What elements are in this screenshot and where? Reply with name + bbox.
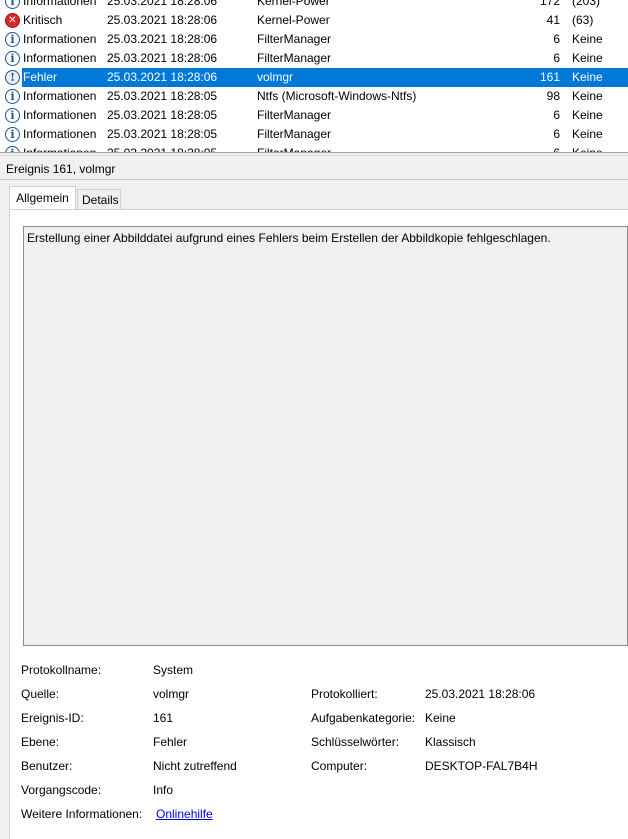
source-label: Quelle: [21, 687, 60, 701]
source-value: volmgr [153, 687, 190, 701]
event-id-value: 161 [153, 711, 174, 725]
event-task-category: (63) [572, 13, 594, 27]
log-name-value: System [153, 663, 194, 677]
event-source: volmgr [257, 70, 294, 84]
level-value: Fehler [153, 735, 188, 749]
event-task-category: Keine [572, 32, 603, 46]
splitter[interactable] [0, 152, 628, 156]
event-task-category: Keine [572, 108, 603, 122]
logged-value: 25.03.2021 18:28:06 [425, 687, 536, 701]
tab-details[interactable]: Details [77, 189, 121, 209]
task-category-value: Keine [425, 711, 456, 725]
critical-icon: ✕ [5, 13, 20, 28]
event-row[interactable]: iInformationen 25.03.2021 18:28:05 FilterM… [0, 106, 628, 125]
event-date: 25.03.2021 18:28:06 [107, 51, 218, 65]
event-level: Informationen [23, 0, 97, 8]
event-source: FilterManager [257, 144, 331, 152]
level-label: Ebene: [21, 735, 60, 749]
log-name-label: Protokollname: [21, 663, 102, 677]
event-date: 25.03.2021 18:28:05 [107, 108, 218, 122]
event-source: Ntfs (Microsoft-Windows-Ntfs) [257, 89, 417, 103]
event-level: Informationen [23, 127, 97, 141]
event-source: FilterManager [257, 32, 332, 46]
event-source: Kernel-Power [257, 0, 330, 8]
event-task-category: Keine [572, 70, 603, 84]
event-row[interactable]: i Informationen 25.03.2021 18:28:06 FilterM… [0, 30, 628, 49]
event-id: 172 [539, 0, 560, 8]
event-level: Informationen [23, 89, 97, 103]
event-level: Fehler [23, 70, 58, 84]
event-row[interactable]: iInformationen 25.03.2021 18:28:05 FilterM… [0, 125, 628, 144]
more-info-label: Weitere Informationen: [21, 807, 143, 821]
event-task-category: (203) [572, 0, 601, 8]
event-row[interactable]: ✕ Kritisch 25.03.2021 18:28:06 Kernel-Power… [0, 11, 628, 30]
event-task-category: Keine [572, 51, 603, 65]
event-task-category: Keine [572, 89, 603, 103]
event-header-title: Ereignis 161, volmgr [6, 162, 116, 176]
event-date: 25.03.2021 18:28:06 [107, 70, 218, 84]
event-source: FilterManager [257, 108, 332, 122]
event-date: 25.03.2021 18:28:05 [107, 144, 217, 152]
event-id: 41 [546, 13, 560, 27]
event-description[interactable]: Erstellung einer Abbilddatei aufgrund ei… [23, 226, 628, 646]
event-task-category: Keine [572, 144, 603, 152]
event-id: 6 [553, 127, 560, 141]
event-date: 25.03.2021 18:28:06 [107, 0, 218, 8]
event-date: 25.03.2021 18:28:05 [107, 127, 218, 141]
event-level: Informationen [23, 108, 97, 122]
computer-label: Computer: [311, 759, 368, 773]
keywords-value: Klassisch [425, 735, 476, 749]
event-id: 98 [546, 89, 560, 103]
info-icon: i [5, 127, 20, 142]
user-value: Nicht zutreffend [153, 759, 237, 773]
event-row[interactable]: i Informationen 25.03.2021 18:28:05 Ntfs (M… [0, 87, 628, 106]
tab-general-label: Allgemein [16, 191, 69, 205]
event-source: FilterManager [257, 127, 332, 141]
tab-details-label: Details [82, 193, 119, 207]
event-id-label: Ereignis-ID: [21, 711, 84, 725]
event-level: Kritisch [23, 13, 63, 27]
task-category-label: Aufgabenkategorie: [311, 711, 416, 725]
info-icon: i [5, 89, 20, 104]
event-row[interactable]: iInformationen25.03.2021 18:28:05FilterM… [0, 144, 628, 152]
event-id: 6 [553, 108, 560, 122]
user-label: Benutzer: [21, 759, 73, 773]
info-icon: i [5, 32, 20, 47]
event-id: 161 [539, 70, 560, 84]
info-icon: i [5, 108, 20, 123]
event-level: Informationen [23, 144, 96, 152]
event-date: 25.03.2021 18:28:06 [107, 13, 218, 27]
event-level: Informationen [23, 32, 97, 46]
event-id: 6 [553, 32, 560, 46]
event-row[interactable]: i Informationen 25.03.2021 18:28:06 Kernel-… [0, 0, 628, 11]
opcode-value: Info [153, 783, 174, 797]
error-icon: ! [5, 70, 20, 85]
computer-value: DESKTOP-FAL7B4H [425, 759, 538, 773]
event-header: Ereignis 161, volmgr [0, 158, 628, 180]
info-icon: i [5, 0, 20, 9]
online-help-link[interactable]: Onlinehilfe [156, 806, 213, 822]
event-description-text: Erstellung einer Abbilddatei aufgrund ei… [27, 231, 551, 245]
event-row[interactable]: ! Fehler 25.03.2021 18:28:06 volmgr 161 Keine [0, 68, 628, 87]
event-source: Kernel-Power [257, 13, 330, 27]
event-level: Informationen [23, 51, 97, 65]
logged-label: Protokolliert: [311, 687, 378, 701]
event-source: FilterManager [257, 51, 332, 65]
info-icon: i [5, 51, 20, 66]
event-id: 6 [500, 144, 560, 152]
event-date: 25.03.2021 18:28:05 [107, 89, 218, 103]
opcode-label: Vorgangscode: [21, 783, 102, 797]
keywords-label: Schlüsselwörter: [311, 735, 400, 749]
event-date: 25.03.2021 18:28:06 [107, 32, 218, 46]
event-task-category: Keine [572, 127, 603, 141]
event-id: 6 [553, 51, 560, 65]
event-row[interactable]: i Informationen 25.03.2021 18:28:06 FilterM… [0, 49, 628, 68]
tab-general[interactable]: Allgemein [9, 186, 76, 210]
event-list[interactable]: i Informationen 25.03.2021 18:28:06 Kernel-… [0, 0, 628, 152]
